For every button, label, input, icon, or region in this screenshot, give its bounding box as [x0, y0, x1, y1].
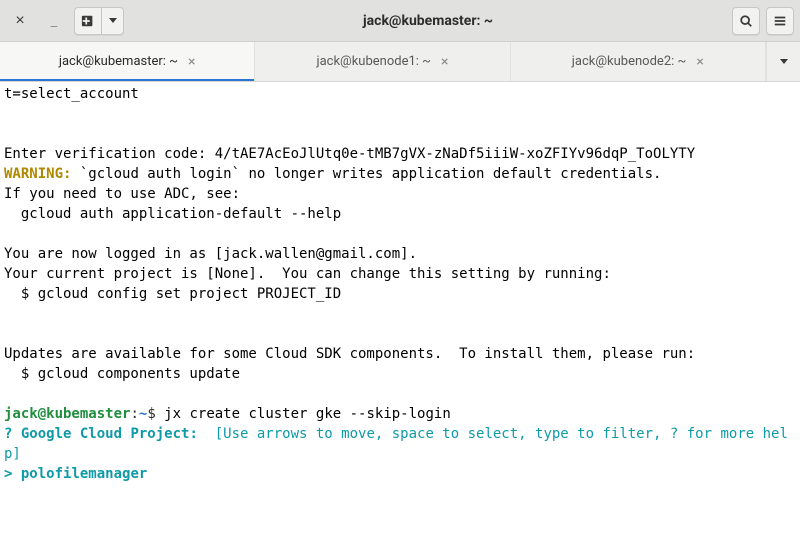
window-minimize-button[interactable]: _ [40, 7, 68, 35]
hamburger-menu-button[interactable] [766, 7, 794, 35]
terminal-output[interactable]: t=select_account Enter verification code… [0, 82, 800, 560]
prompt-colon: : [130, 406, 138, 422]
prompt-user-host: jack@kubemaster [4, 406, 130, 422]
tab-kubenode1[interactable]: jack@kubenode1: ~ × [255, 42, 510, 81]
search-icon [739, 14, 753, 28]
search-button[interactable] [732, 7, 760, 35]
tab-close-icon[interactable]: × [188, 55, 195, 69]
tab-label: jack@kubenode1: ~ [316, 54, 431, 69]
term-line: Updates are available for some Cloud SDK… [4, 346, 695, 362]
titlebar-left-cluster: × _ [6, 7, 124, 35]
tabs-scroll-area: jack@kubemaster: ~ × jack@kubenode1: ~ ×… [0, 42, 766, 81]
term-line: `gcloud auth login` no longer writes app… [71, 166, 661, 182]
term-line: t=select_account [4, 86, 139, 102]
new-tab-combo [74, 7, 124, 35]
tab-close-icon[interactable]: × [696, 55, 703, 69]
term-command: jx create cluster gke --skip-login [164, 406, 451, 422]
term-line: $ gcloud config set project PROJECT_ID [4, 286, 341, 302]
term-line: Your current project is [None]. You can … [4, 266, 611, 282]
term-line: $ gcloud components update [4, 366, 240, 382]
prompt-sigil: $ [147, 406, 164, 422]
term-line: If you need to use ADC, see: [4, 186, 240, 202]
term-line: gcloud auth application-default --help [4, 206, 341, 222]
tab-close-icon[interactable]: × [441, 55, 448, 69]
term-line: You are now logged in as [jack.wallen@gm… [4, 246, 417, 262]
survey-question-label: Google Cloud Project: [12, 426, 214, 442]
window-titlebar: × _ jack@kubemaster: ~ [0, 0, 800, 42]
titlebar-right-cluster [732, 7, 794, 35]
window-close-button[interactable]: × [6, 7, 34, 35]
window-title: jack@kubemaster: ~ [130, 13, 726, 29]
survey-selected-value: polofilemanager [12, 466, 147, 482]
close-icon: × [13, 14, 27, 28]
tab-label: jack@kubenode2: ~ [572, 54, 687, 69]
chevron-down-icon [109, 18, 117, 23]
minimize-icon: _ [51, 14, 58, 28]
menu-icon [773, 14, 787, 28]
new-tab-icon [81, 14, 95, 28]
new-tab-button[interactable] [74, 7, 102, 35]
term-line: Enter verification code: 4/tAE7AcEoJlUtq… [4, 146, 695, 162]
tab-kubemaster[interactable]: jack@kubemaster: ~ × [0, 42, 255, 81]
chevron-down-icon [780, 59, 788, 64]
tab-label: jack@kubemaster: ~ [59, 54, 178, 69]
term-warning-tag: WARNING: [4, 166, 71, 182]
tabs-bar: jack@kubemaster: ~ × jack@kubenode1: ~ ×… [0, 42, 800, 82]
tabs-overflow-button[interactable] [766, 42, 800, 81]
tab-kubenode2[interactable]: jack@kubenode2: ~ × [511, 42, 766, 81]
new-tab-menu-button[interactable] [102, 7, 124, 35]
